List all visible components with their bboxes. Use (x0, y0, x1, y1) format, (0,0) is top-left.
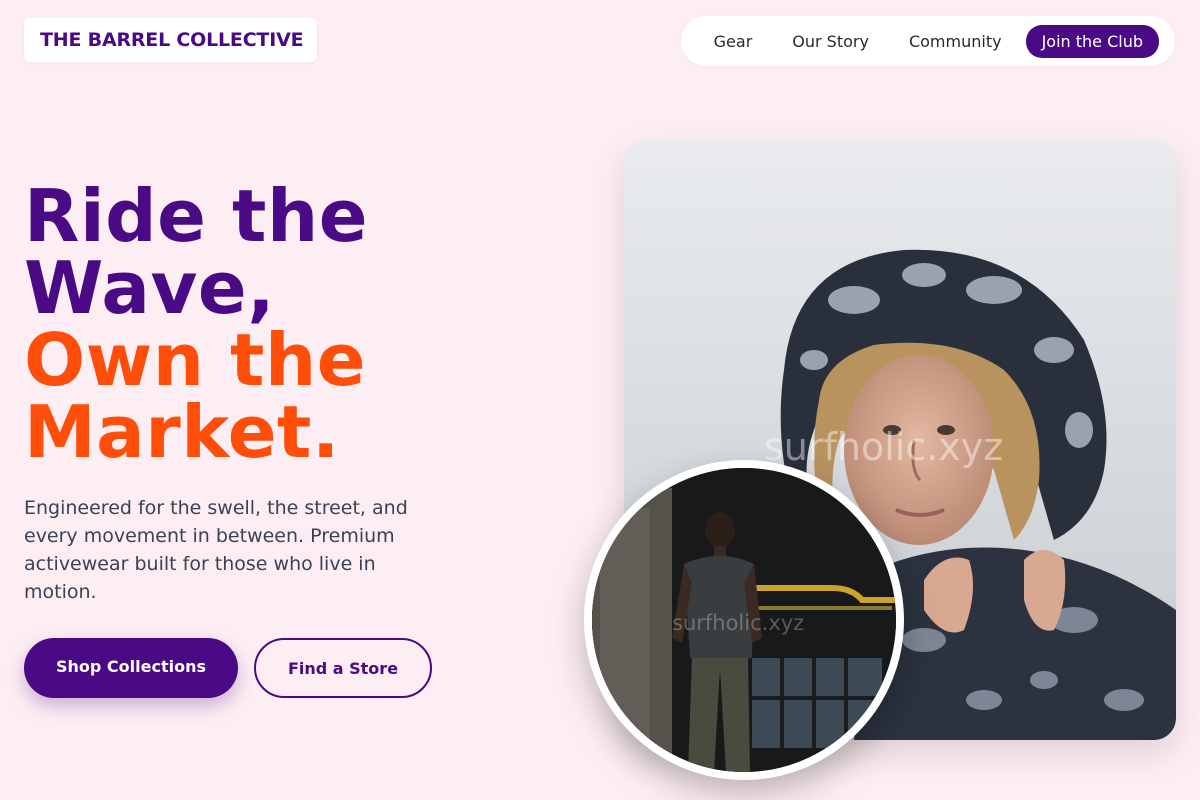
headline-line-4: Market. (24, 390, 340, 474)
athlete-illustration: surfholic.xyz (592, 468, 896, 772)
circle-image-watermark: surfholic.xyz (672, 611, 804, 635)
headline-line-1: Ride the (24, 174, 369, 258)
join-club-button[interactable]: Join the Club (1025, 24, 1159, 58)
headline-line-2: Wave, (24, 246, 276, 330)
brand-logo[interactable]: THE BARREL COLLECTIVE (24, 18, 317, 62)
nav-link-gear[interactable]: Gear (694, 32, 773, 51)
landing-page: THE BARREL COLLECTIVE Gear Our Story Com… (0, 0, 1200, 800)
nav-link-community[interactable]: Community (889, 32, 1022, 51)
shop-collections-button[interactable]: Shop Collections (24, 638, 238, 698)
hero-circle-image: surfholic.xyz (584, 460, 904, 780)
hero-headline: Ride the Wave, Own the Market. (24, 180, 368, 468)
find-store-button[interactable]: Find a Store (254, 638, 432, 698)
main-image-watermark: surfholic.xyz (764, 425, 1003, 469)
nav-link-our-story[interactable]: Our Story (772, 32, 889, 51)
hero-description: Engineered for the swell, the street, an… (24, 497, 408, 603)
main-nav: Gear Our Story Community Join the Club (681, 16, 1175, 66)
headline-line-3: Own the (24, 318, 367, 402)
